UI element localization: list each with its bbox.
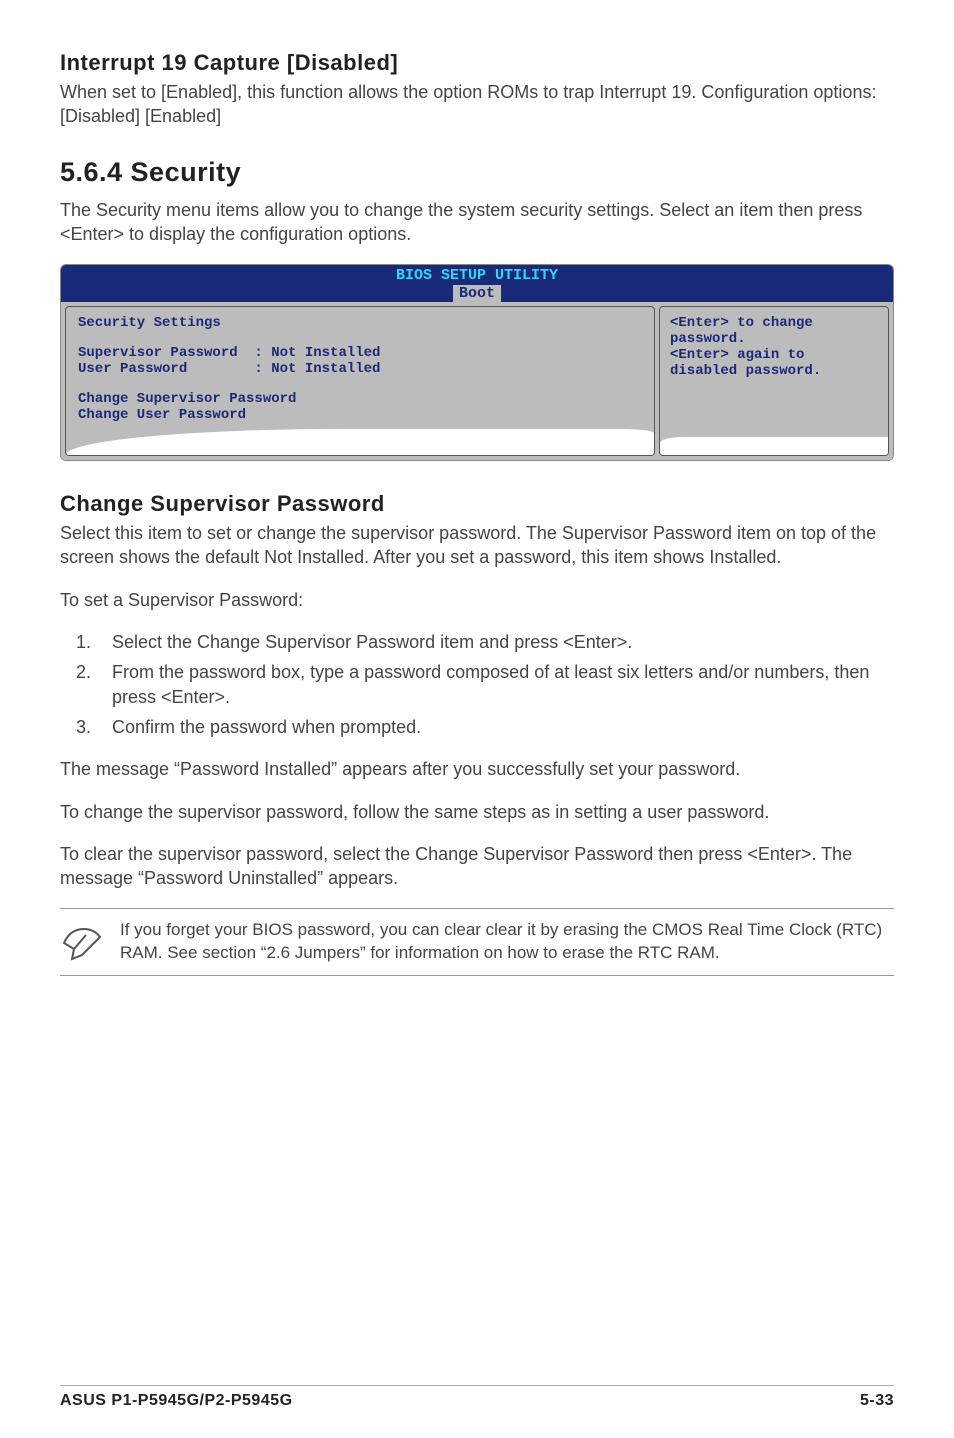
bios-supervisor-row: Supervisor Password : Not Installed — [78, 345, 642, 361]
body-interrupt: When set to [Enabled], this function all… — [60, 80, 894, 129]
bios-page-curve-r — [660, 437, 888, 455]
bios-body: Security Settings Supervisor Password : … — [61, 302, 893, 460]
note-block: If you forget your BIOS password, you ca… — [60, 908, 894, 976]
spacer — [78, 331, 642, 345]
p-supervisor-3: The message “Password Installed” appears… — [60, 757, 894, 781]
p-supervisor-4: To change the supervisor password, follo… — [60, 800, 894, 824]
steps-list: Select the Change Supervisor Password it… — [96, 630, 894, 739]
pencil-note-icon — [60, 923, 104, 963]
step-3: Confirm the password when prompted. — [96, 715, 894, 739]
heading-change-supervisor: Change Supervisor Password — [60, 491, 894, 517]
p-supervisor-2: To set a Supervisor Password: — [60, 588, 894, 612]
bios-help-2: password. — [670, 331, 878, 347]
footer-right: 5-33 — [860, 1392, 894, 1410]
bios-change-user: Change User Password — [78, 407, 642, 423]
heading-interrupt: Interrupt 19 Capture [Disabled] — [60, 50, 894, 76]
p-supervisor-1: Select this item to set or change the su… — [60, 521, 894, 570]
bios-change-supervisor: Change Supervisor Password — [78, 391, 642, 407]
bios-help-4: disabled password. — [670, 363, 878, 379]
bios-left-panel: Security Settings Supervisor Password : … — [65, 306, 655, 456]
spacer — [78, 377, 642, 391]
bios-right-panel: <Enter> to change password. <Enter> agai… — [659, 306, 889, 456]
page-footer: ASUS P1-P5945G/P2-P5945G 5-33 — [60, 1385, 894, 1410]
step-2: From the password box, type a password c… — [96, 660, 894, 709]
p-supervisor-5: To clear the supervisor password, select… — [60, 842, 894, 891]
bios-screenshot: BIOS SETUP UTILITY Boot Security Setting… — [60, 264, 894, 461]
step-1: Select the Change Supervisor Password it… — [96, 630, 894, 654]
bios-help-1: <Enter> to change — [670, 315, 878, 331]
bios-title: BIOS SETUP UTILITY — [61, 267, 893, 284]
bios-tab-boot: Boot — [453, 285, 501, 302]
footer-left: ASUS P1-P5945G/P2-P5945G — [60, 1392, 293, 1410]
bios-user-row: User Password : Not Installed — [78, 361, 642, 377]
heading-security: 5.6.4 Security — [60, 157, 894, 188]
note-icon-wrap — [60, 919, 104, 963]
bios-help-3: <Enter> again to — [670, 347, 878, 363]
note-text: If you forget your BIOS password, you ca… — [120, 919, 894, 965]
bios-security-settings: Security Settings — [78, 315, 642, 331]
body-security-intro: The Security menu items allow you to cha… — [60, 198, 894, 247]
bios-header: BIOS SETUP UTILITY Boot — [61, 265, 893, 302]
bios-page-curve — [66, 429, 654, 455]
